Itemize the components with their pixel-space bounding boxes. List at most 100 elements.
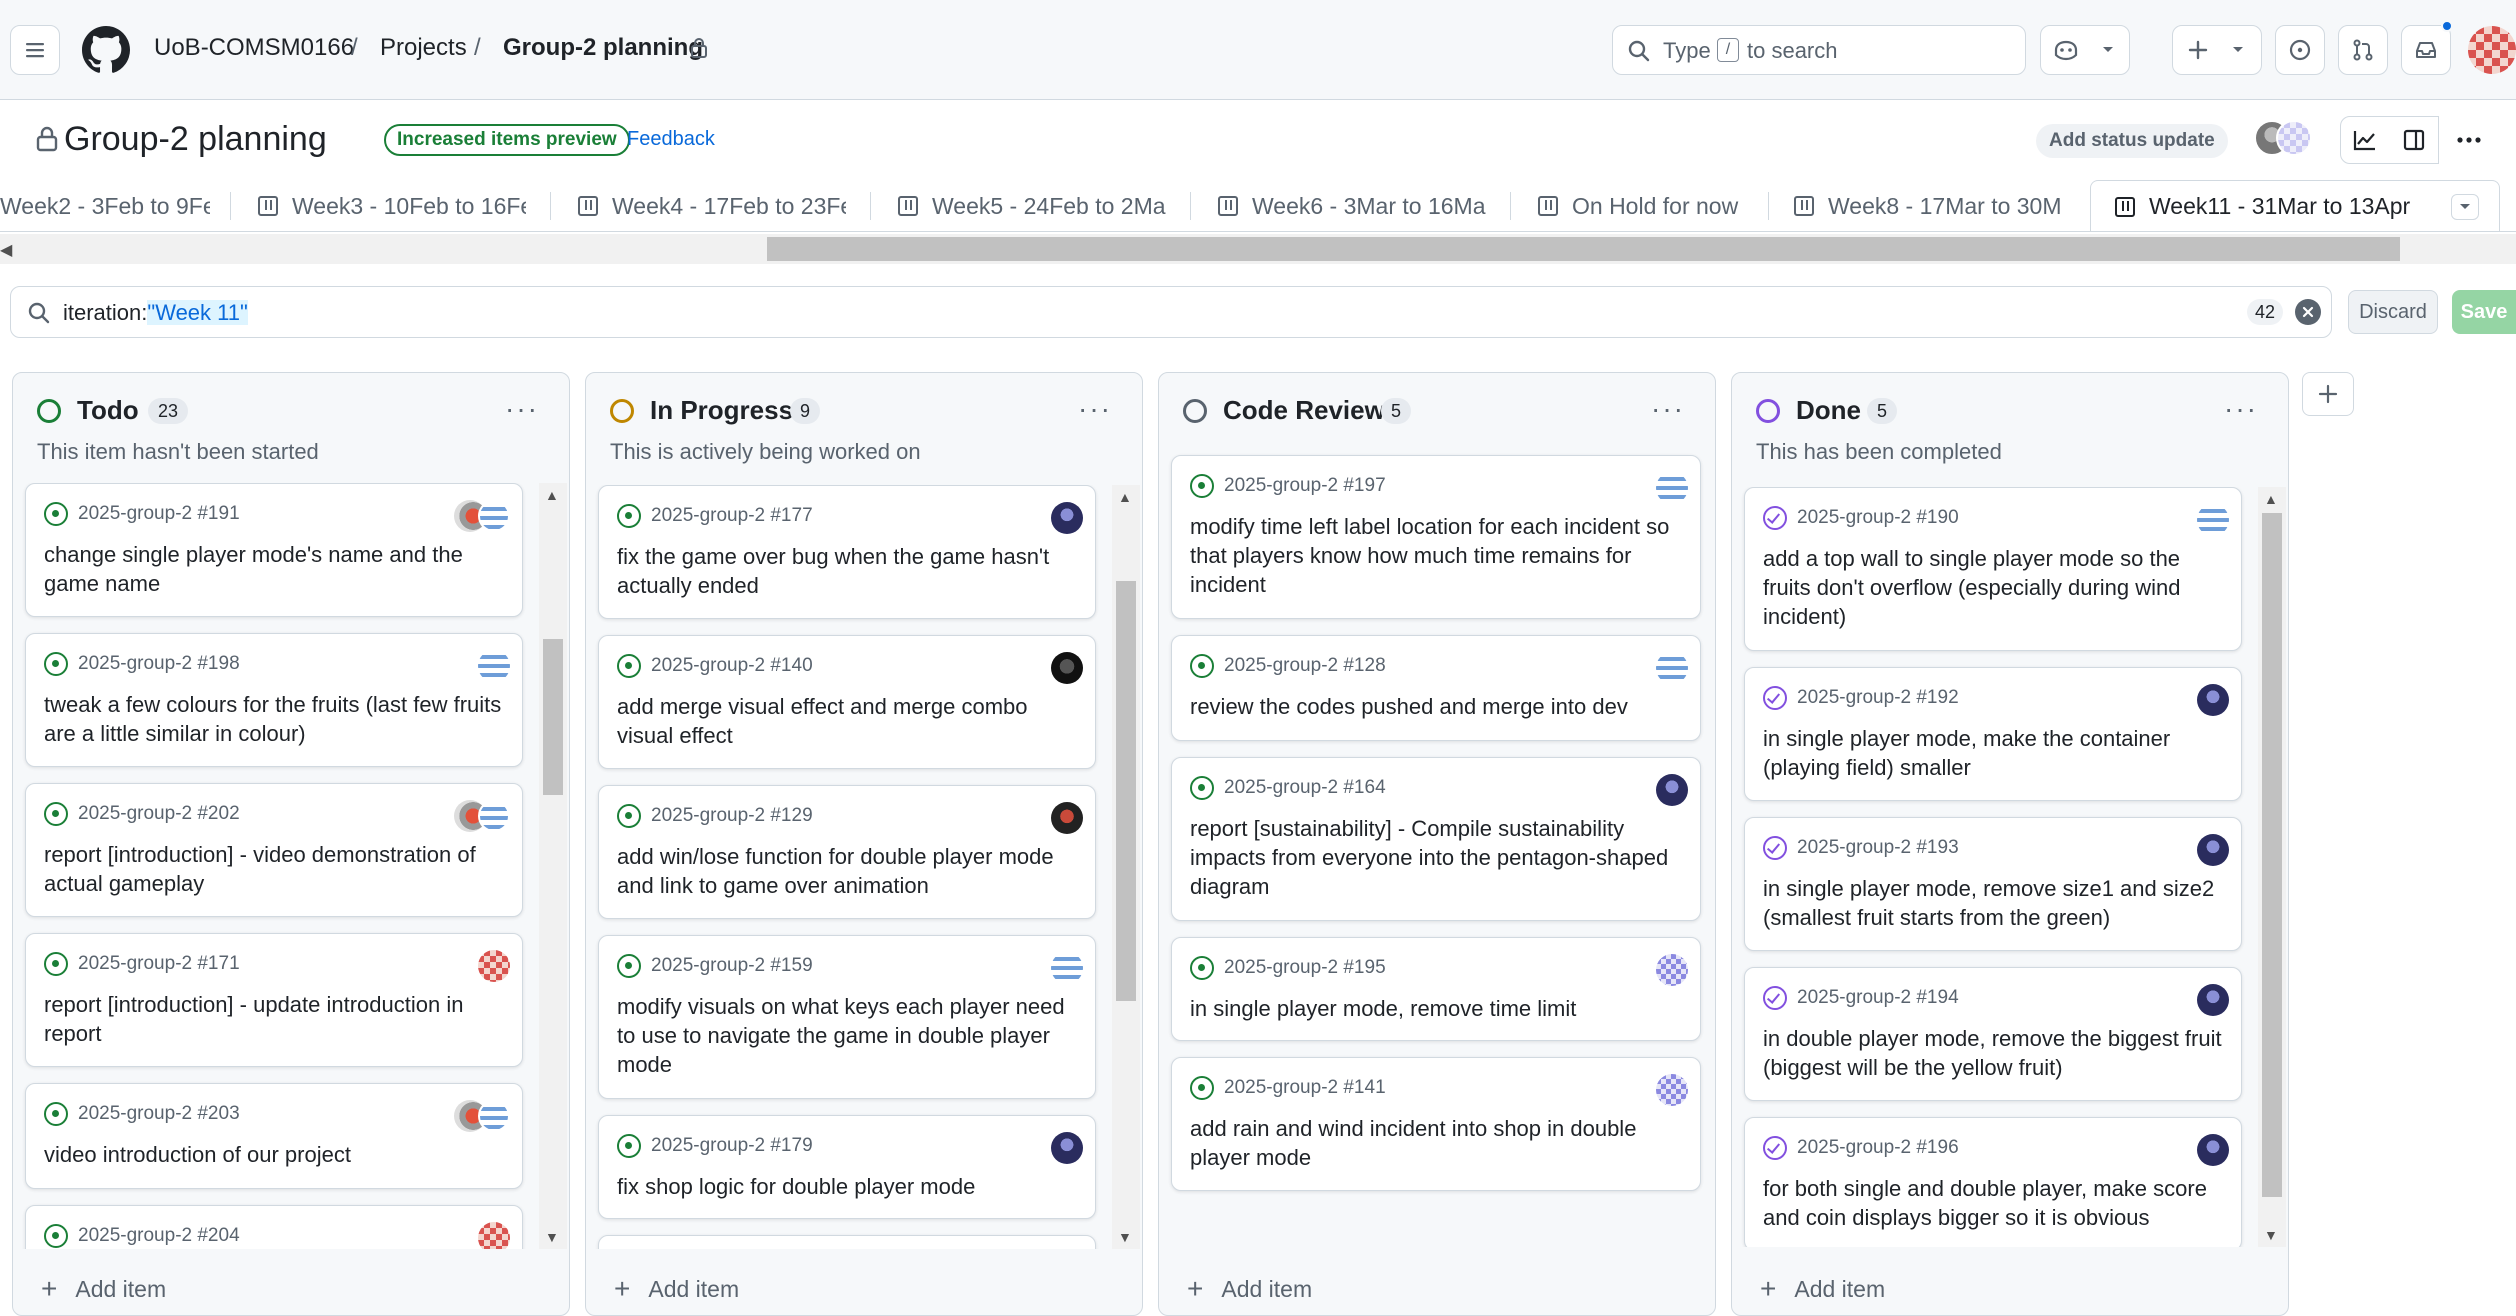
scroll-up-arrow[interactable]: ▲ — [2264, 491, 2278, 507]
issue-title[interactable]: fix shop logic for double player mode — [617, 1172, 1087, 1201]
scroll-down-arrow[interactable]: ▼ — [545, 1229, 559, 1245]
inbox-button[interactable] — [2401, 25, 2451, 75]
issue-card[interactable]: 2025-group-2 #141 add rain and wind inci… — [1171, 1057, 1701, 1191]
issue-title[interactable]: modify time left label location for each… — [1190, 512, 1690, 599]
add-item-button[interactable]: + Add item — [614, 1273, 739, 1305]
issue-card[interactable]: 2025-group-2 #191 change single player m… — [25, 483, 523, 617]
issue-ref: 2025-group-2 #171 — [44, 952, 240, 976]
issue-card[interactable]: 2025-group-2 #197 modify time left label… — [1171, 455, 1701, 619]
scroll-up-arrow[interactable]: ▲ — [1118, 489, 1132, 505]
issue-title[interactable]: for both single and double player, make … — [1763, 1174, 2233, 1232]
project-menu-button[interactable] — [2438, 116, 2500, 164]
scroll-down-arrow[interactable]: ▼ — [2264, 1227, 2278, 1243]
tab-week5[interactable]: Week5 - 24Feb to 2Ma — [898, 180, 1168, 231]
issue-card[interactable]: 2025-group-2 #159 modify visuals on what… — [598, 935, 1096, 1099]
issue-card[interactable] — [598, 1235, 1096, 1249]
scrollbar-thumb[interactable] — [1116, 581, 1136, 1001]
tab-week6[interactable]: Week6 - 3Mar to 16Ma — [1218, 180, 1488, 231]
breadcrumb-current-project[interactable]: Group-2 planning — [503, 34, 703, 62]
column-menu-button[interactable]: ··· — [505, 393, 539, 425]
issues-button[interactable] — [2275, 25, 2325, 75]
column-scrollbar[interactable]: ▲ ▼ — [539, 483, 567, 1249]
issue-title[interactable]: in single player mode, make the containe… — [1763, 724, 2233, 782]
breadcrumb-org[interactable]: UoB-COMSM0166 — [154, 34, 354, 62]
issue-card[interactable]: 2025-group-2 #194 in double player mode,… — [1744, 967, 2242, 1101]
scroll-left-arrow[interactable]: ◀ — [0, 240, 12, 260]
issue-title[interactable]: in single player mode, remove size1 and … — [1763, 874, 2233, 932]
save-button[interactable]: Save — [2452, 290, 2516, 334]
tab-week3[interactable]: Week3 - 10Feb to 16Fe — [258, 180, 526, 231]
search-input[interactable]: Type / to search — [1612, 25, 2026, 75]
issue-card[interactable]: 2025-group-2 #177 fix the game over bug … — [598, 485, 1096, 619]
issue-title[interactable]: fix the game over bug when the game hasn… — [617, 542, 1087, 600]
issue-title[interactable]: report [introduction] - video demonstrat… — [44, 840, 514, 898]
discard-button[interactable]: Discard — [2348, 290, 2438, 334]
issue-number: 2025-group-2 #159 — [651, 955, 813, 976]
tab-options-button[interactable] — [2451, 194, 2479, 220]
issue-card[interactable]: 2025-group-2 #203 video introduction of … — [25, 1083, 523, 1189]
scrollbar-thumb[interactable] — [767, 237, 2400, 261]
add-item-button[interactable]: + Add item — [41, 1273, 166, 1305]
issue-title[interactable]: in single player mode, remove time limit — [1190, 994, 1690, 1023]
issue-title[interactable]: tweak a few colours for the fruits (last… — [44, 690, 514, 748]
add-item-button[interactable]: + Add item — [1760, 1273, 1885, 1305]
tab-week11[interactable]: Week11 - 31Mar to 13Apr — [2090, 180, 2500, 231]
scroll-up-arrow[interactable]: ▲ — [545, 487, 559, 503]
create-new-button[interactable] — [2172, 25, 2262, 75]
insights-button[interactable] — [2340, 116, 2390, 164]
issue-title[interactable]: modify visuals on what keys each player … — [617, 992, 1087, 1079]
column-scrollbar[interactable]: ▲ ▼ — [2258, 487, 2286, 1247]
issue-card[interactable]: 2025-group-2 #196 for both single and do… — [1744, 1117, 2242, 1247]
issue-card[interactable]: 2025-group-2 #128 review the codes pushe… — [1171, 635, 1701, 741]
issue-title[interactable]: video introduction of our project — [44, 1140, 514, 1169]
issue-title[interactable]: report [introduction] - update introduct… — [44, 990, 514, 1048]
tab-week8[interactable]: Week8 - 17Mar to 30M — [1794, 180, 2066, 231]
add-item-label: Add item — [1221, 1275, 1313, 1302]
scrollbar-thumb[interactable] — [2262, 513, 2282, 1197]
issue-card[interactable]: 2025-group-2 #179 fix shop logic for dou… — [598, 1115, 1096, 1219]
issue-card[interactable]: 2025-group-2 #192 in single player mode,… — [1744, 667, 2242, 801]
issue-number: 2025-group-2 #128 — [1224, 655, 1386, 676]
issue-card[interactable]: 2025-group-2 #193 in single player mode,… — [1744, 817, 2242, 951]
issue-title[interactable]: change single player mode's name and the… — [44, 540, 514, 598]
tab-on-hold[interactable]: On Hold for now — [1538, 180, 1778, 231]
filter-input[interactable]: iteration:"Week 11" 42 — [10, 286, 2332, 338]
issue-title[interactable]: report [sustainability] - Compile sustai… — [1190, 814, 1690, 901]
issue-title[interactable]: in double player mode, remove the bigges… — [1763, 1024, 2233, 1082]
feedback-link[interactable]: Feedback — [627, 128, 715, 151]
column-menu-button[interactable]: ··· — [1078, 393, 1112, 425]
issue-title[interactable]: add merge visual effect and merge combo … — [617, 692, 1087, 750]
toggle-sidebar-button[interactable] — [2389, 116, 2439, 164]
issue-card[interactable]: 2025-group-2 #204 — [25, 1205, 523, 1249]
scrollbar-thumb[interactable] — [543, 639, 563, 795]
issue-title[interactable]: add rain and wind incident into shop in … — [1190, 1114, 1690, 1172]
tab-week2[interactable]: Week2 - 3Feb to 9Feb — [0, 180, 210, 231]
issue-title[interactable]: add win/lose function for double player … — [617, 842, 1087, 900]
pull-requests-button[interactable] — [2338, 25, 2388, 75]
menu-button[interactable] — [10, 25, 60, 75]
issue-card[interactable]: 2025-group-2 #164 report [sustainability… — [1171, 757, 1701, 921]
issue-title[interactable]: review the codes pushed and merge into d… — [1190, 692, 1690, 721]
add-status-update-button[interactable]: Add status update — [2036, 124, 2228, 158]
copilot-button[interactable] — [2040, 25, 2130, 75]
tabs-horizontal-scrollbar[interactable]: ◀ — [0, 234, 2516, 264]
avatar[interactable] — [2468, 26, 2516, 74]
issue-card[interactable]: 2025-group-2 #195 in single player mode,… — [1171, 937, 1701, 1041]
add-item-button[interactable]: + Add item — [1187, 1273, 1312, 1305]
clear-filter-button[interactable] — [2295, 299, 2321, 325]
issue-card[interactable]: 2025-group-2 #171 report [introduction] … — [25, 933, 523, 1067]
issue-card[interactable]: 2025-group-2 #198 tweak a few colours fo… — [25, 633, 523, 767]
column-scrollbar[interactable]: ▲ ▼ — [1112, 485, 1140, 1249]
column-menu-button[interactable]: ··· — [2224, 393, 2258, 425]
scroll-down-arrow[interactable]: ▼ — [1118, 1229, 1132, 1245]
breadcrumb-projects[interactable]: Projects — [380, 34, 467, 62]
tab-week4[interactable]: Week4 - 17Feb to 23Fe — [578, 180, 846, 231]
issue-card[interactable]: 2025-group-2 #190 add a top wall to sing… — [1744, 487, 2242, 651]
github-logo-icon[interactable] — [82, 26, 130, 74]
column-menu-button[interactable]: ··· — [1651, 393, 1685, 425]
issue-card[interactable]: 2025-group-2 #140 add merge visual effec… — [598, 635, 1096, 769]
issue-card[interactable]: 2025-group-2 #202 report [introduction] … — [25, 783, 523, 917]
issue-title[interactable]: add a top wall to single player mode so … — [1763, 544, 2233, 631]
issue-card[interactable]: 2025-group-2 #129 add win/lose function … — [598, 785, 1096, 919]
add-column-button[interactable] — [2302, 372, 2354, 416]
